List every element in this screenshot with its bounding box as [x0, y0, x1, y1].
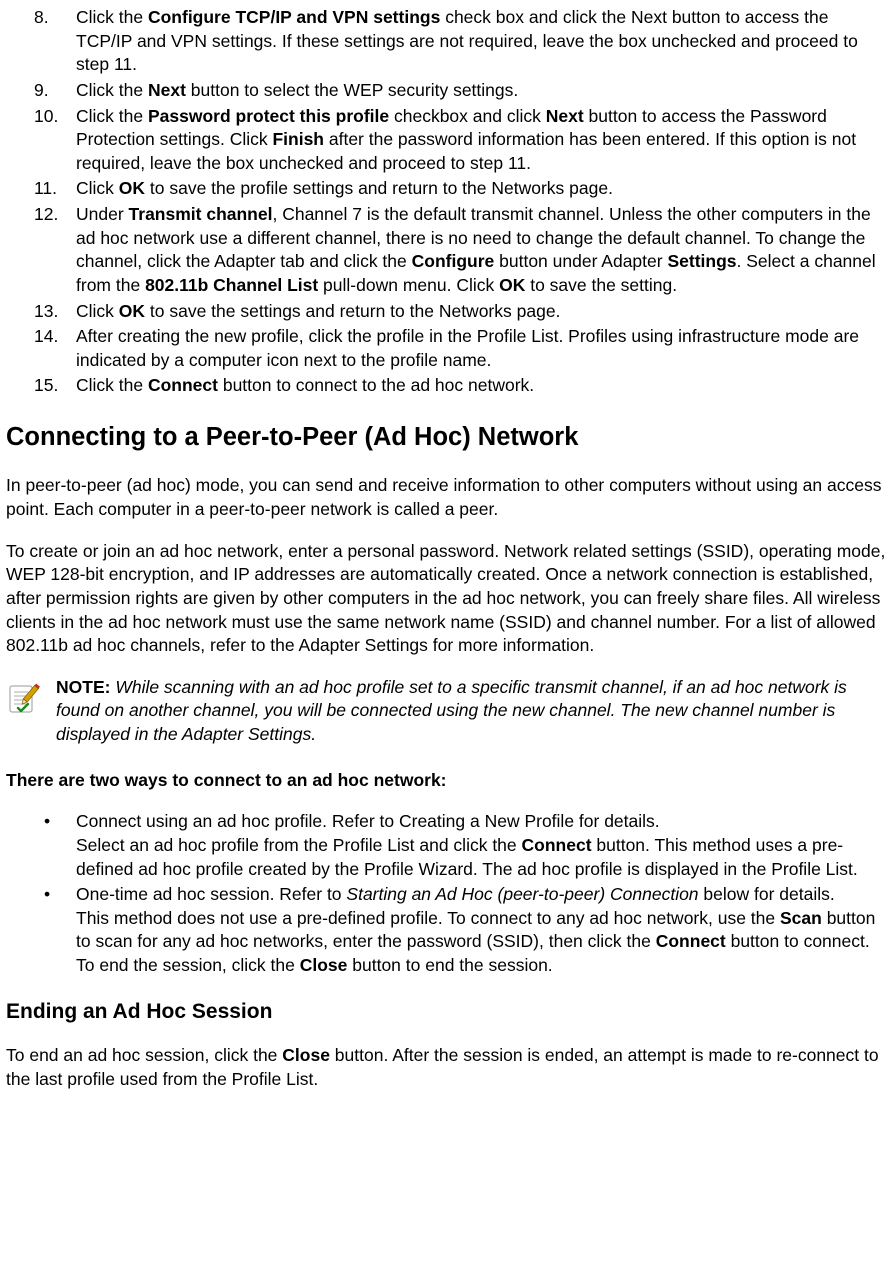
step-15: 15.Click the Connect button to connect t… — [76, 374, 887, 398]
bullet-text: Connect using an ad hoc profile. Refer t… — [76, 811, 660, 831]
step-13: 13.Click OK to save the settings and ret… — [76, 300, 887, 324]
bullet-text: One-time ad hoc session. Refer to — [76, 884, 346, 904]
step-text: to save the profile settings and return … — [145, 178, 613, 198]
step-text: button to select the WEP security settin… — [186, 80, 518, 100]
bold: Settings — [667, 251, 736, 271]
bullet-item: Connect using an ad hoc profile. Refer t… — [76, 810, 887, 881]
paragraph: In peer-to-peer (ad hoc) mode, you can s… — [6, 474, 887, 521]
italic: Starting an Ad Hoc (peer-to-peer) Connec… — [346, 884, 698, 904]
step-num: 15. — [34, 374, 68, 398]
step-10: 10.Click the Password protect this profi… — [76, 105, 887, 176]
bold: Connect — [656, 931, 726, 951]
step-num: 12. — [34, 203, 68, 227]
step-text: Click the — [76, 375, 148, 395]
bold: Configure — [412, 251, 495, 271]
bold: Configure TCP/IP and VPN settings — [148, 7, 440, 27]
step-num: 14. — [34, 325, 68, 349]
bullet-text: This method does not use a pre-defined p… — [76, 908, 780, 928]
step-text: Click the — [76, 106, 148, 126]
bold: OK — [119, 301, 145, 321]
bold: Next — [546, 106, 584, 126]
bold: OK — [119, 178, 145, 198]
step-text: checkbox and click — [389, 106, 546, 126]
step-9: 9.Click the Next button to select the WE… — [76, 79, 887, 103]
step-text: Under — [76, 204, 129, 224]
bullet-text: Select an ad hoc profile from the Profil… — [76, 835, 522, 855]
bold: Transmit channel — [129, 204, 273, 224]
bullet-text: below for details. — [699, 884, 835, 904]
instruction-list: 8. Click the Configure TCP/IP and VPN set… — [6, 6, 887, 398]
note-pencil-icon — [6, 680, 42, 716]
bold: Next — [148, 80, 186, 100]
bold: 802.11b Channel List — [145, 275, 318, 295]
bold: Scan — [780, 908, 822, 928]
step-num: 10. — [34, 105, 68, 129]
step-text: After creating the new profile, click th… — [76, 326, 859, 370]
bold: Close — [282, 1045, 330, 1065]
step-text: button under Adapter — [494, 251, 667, 271]
step-text: Click the — [76, 7, 148, 27]
bold: Password protect this profile — [148, 106, 389, 126]
bullet-list: Connect using an ad hoc profile. Refer t… — [6, 810, 887, 977]
step-text: Click the — [76, 80, 148, 100]
step-num: 8. — [34, 6, 68, 30]
step-text: Click — [76, 301, 119, 321]
paragraph: To create or join an ad hoc network, ent… — [6, 540, 887, 658]
step-num: 9. — [34, 79, 68, 103]
note-box: NOTE: While scanning with an ad hoc prof… — [6, 676, 887, 747]
heading-ending: Ending an Ad Hoc Session — [6, 998, 887, 1026]
subheading-twoways: There are two ways to connect to an ad h… — [6, 769, 887, 793]
note-body: While scanning with an ad hoc profile se… — [56, 677, 847, 744]
paragraph-ending: To end an ad hoc session, click the Clos… — [6, 1044, 887, 1091]
heading-connecting: Connecting to a Peer-to-Peer (Ad Hoc) Ne… — [6, 420, 887, 454]
step-text: button to connect to the ad hoc network. — [218, 375, 534, 395]
step-11: 11.Click OK to save the profile settings… — [76, 177, 887, 201]
step-14: 14.After creating the new profile, click… — [76, 325, 887, 372]
step-12: 12.Under Transmit channel, Channel 7 is … — [76, 203, 887, 298]
step-8: 8.Click the Configure TCP/IP and VPN set… — [76, 6, 887, 77]
text: To end an ad hoc session, click the — [6, 1045, 282, 1065]
bullet-text: button to end the session. — [347, 955, 552, 975]
step-text: pull-down menu. Click — [318, 275, 499, 295]
step-text: to save the setting. — [525, 275, 677, 295]
note-text: NOTE: While scanning with an ad hoc prof… — [56, 676, 887, 747]
bold: Finish — [272, 129, 324, 149]
bold: OK — [499, 275, 525, 295]
bold: Connect — [522, 835, 592, 855]
bold: Close — [300, 955, 348, 975]
note-label: NOTE: — [56, 677, 110, 697]
step-num: 13. — [34, 300, 68, 324]
bullet-item: One-time ad hoc session. Refer to Starti… — [76, 883, 887, 978]
step-text: Click — [76, 178, 119, 198]
bold: Connect — [148, 375, 218, 395]
step-text: to save the settings and return to the N… — [145, 301, 560, 321]
step-num: 11. — [34, 177, 68, 201]
